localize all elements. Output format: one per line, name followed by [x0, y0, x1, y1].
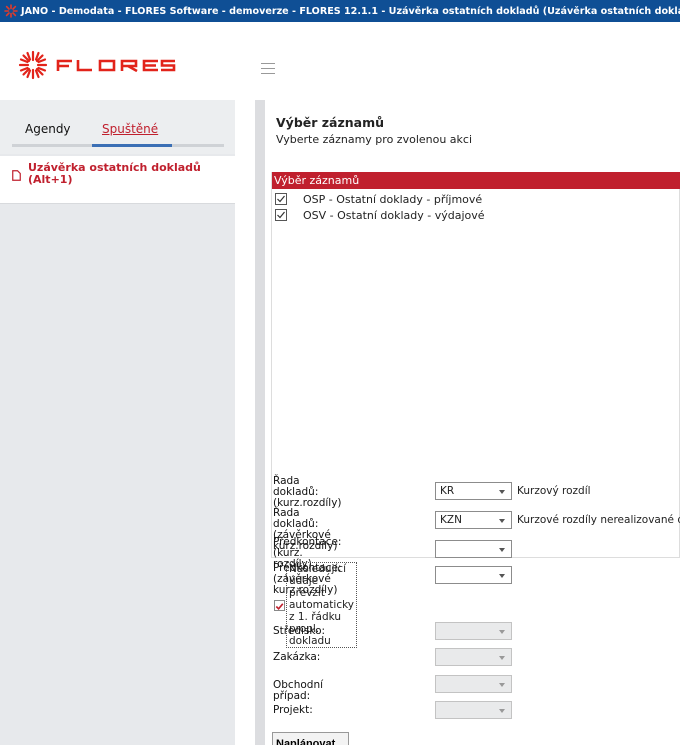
rada-kzn-select[interactable]: KZN: [435, 511, 512, 529]
sidebar-tabs: Agendy Spuštěné: [0, 100, 235, 154]
checkmark-icon: [275, 602, 284, 610]
predkontace-kr-select[interactable]: [435, 540, 512, 558]
dropdown-arrow-icon: [499, 630, 505, 634]
obchodni-pripad-select: [435, 675, 512, 693]
field-label-stredisko: Středisko:: [273, 625, 326, 637]
field-label-projekt: Projekt:: [273, 704, 313, 716]
stredisko-select: [435, 622, 512, 640]
field-label-line: Řada dokladů:: [273, 475, 319, 498]
select-value: KR: [440, 485, 455, 497]
menu-hamburger-icon[interactable]: [261, 63, 275, 74]
flores-logo: [18, 50, 176, 80]
flores-app-icon: [4, 4, 18, 18]
field-label-zakazka: Zakázka:: [273, 651, 321, 663]
main-panel: Výběr záznamů Vyberte záznamy pro zvolen…: [265, 100, 680, 745]
dropdown-arrow-icon: [499, 574, 505, 578]
dropdown-arrow-icon: [499, 548, 505, 552]
dropdown-arrow-icon: [499, 683, 505, 687]
dropdown-arrow-icon: [499, 519, 505, 523]
running-item-uzaverka[interactable]: Uzávěrka ostatních dokladů (Alt+1): [0, 156, 235, 204]
checkmark-icon: [277, 211, 285, 219]
auto-transfer-checkbox[interactable]: [274, 599, 285, 611]
tab-spustene[interactable]: Spuštěné: [102, 122, 158, 136]
dropdown-arrow-icon: [499, 709, 505, 713]
tab-agendy[interactable]: Agendy: [25, 122, 71, 136]
field-label-line: Řada dokladů:: [273, 507, 319, 530]
list-item-osv[interactable]: OSV - Ostatní doklady - výdajové: [275, 207, 485, 223]
zakazka-select: [435, 648, 512, 666]
sidebar: Agendy Spuštěné Uzávěrka ostatních dokla…: [0, 100, 235, 745]
field-label-rada-kr: Řada dokladů: (kurz.rozdíly): [273, 476, 342, 509]
dropdown-arrow-icon: [499, 490, 505, 494]
flores-wordmark: [56, 59, 176, 72]
window-titlebar: JANO - Demodata - FLORES Software - demo…: [0, 0, 680, 22]
projekt-select: [435, 701, 512, 719]
list-item-osp[interactable]: OSP - Ostatní doklady - příjmové: [275, 191, 482, 207]
tab-underline: [12, 144, 224, 147]
list-item-label: OSP - Ostatní doklady - příjmové: [303, 192, 483, 206]
page-title: Výběr záznamů: [276, 115, 385, 130]
page-subtitle: Vyberte záznamy pro zvolenou akci: [276, 133, 473, 146]
dropdown-arrow-icon: [499, 656, 505, 660]
checkbox-osp[interactable]: [275, 193, 287, 205]
naplanovat-button[interactable]: Naplánovat: [272, 732, 349, 745]
record-list-header: Výběr záznamů: [272, 172, 680, 189]
window-title: JANO - Demodata - FLORES Software - demo…: [21, 5, 680, 17]
predkontace-kzn-select[interactable]: [435, 566, 512, 584]
tab-active-indicator: [92, 144, 172, 147]
running-item-shortcut: (Alt+1): [28, 173, 73, 186]
list-item-label: OSV - Ostatní doklady - výdajové: [303, 208, 485, 222]
auto-transfer-row[interactable]: Následující údaje převzít automaticky z …: [274, 562, 358, 648]
rada-kr-description: Kurzový rozdíl: [517, 485, 591, 497]
checkbox-osv[interactable]: [275, 209, 287, 221]
running-item-label: Uzávěrka ostatních dokladů (Alt+1): [28, 162, 201, 186]
checkmark-icon: [277, 195, 285, 203]
field-label-obchodni-pripad: Obchodní případ:: [273, 679, 324, 702]
select-value: KZN: [440, 514, 462, 526]
document-icon: [12, 170, 21, 181]
rada-kzn-description: Kurzové rozdíly nerealizované daň: [517, 514, 680, 526]
rada-kr-select[interactable]: KR: [435, 482, 512, 500]
flores-star-icon: [18, 50, 48, 80]
panel-splitter[interactable]: [255, 100, 265, 745]
